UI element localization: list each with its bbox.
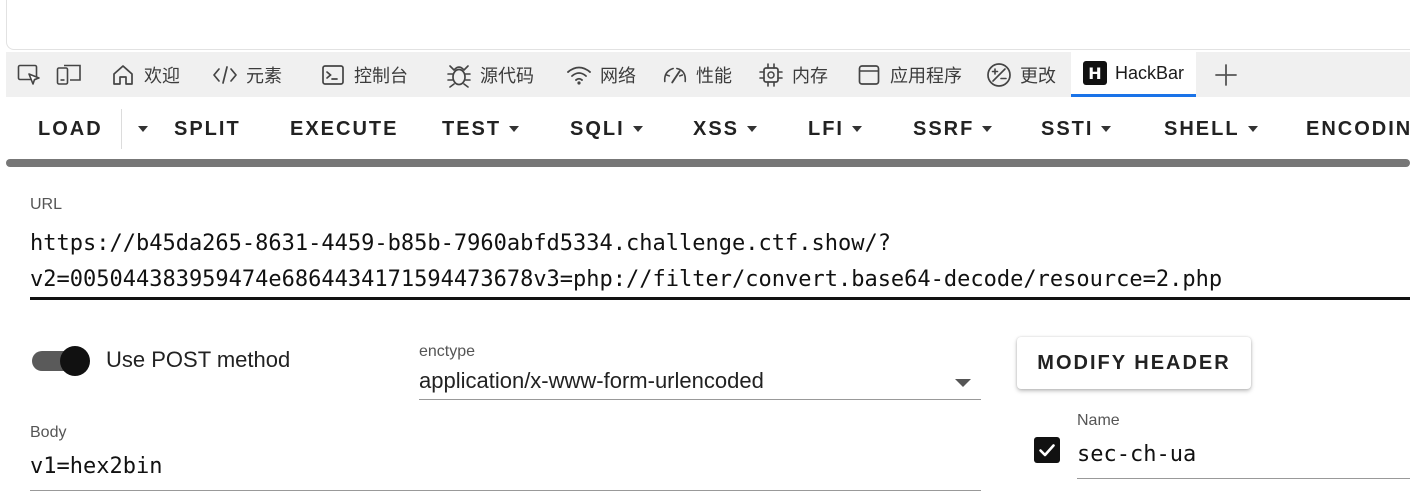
- toolbar-divider: [121, 109, 122, 149]
- toolbar-horizontal-scrollbar[interactable]: [6, 159, 1410, 167]
- lfi-label: LFI: [808, 117, 844, 140]
- body-label: Body: [30, 424, 67, 441]
- url-line-2: v2=005044383959474e6864434171594473678v3…: [30, 267, 1223, 292]
- chevron-down-icon: [1101, 126, 1112, 132]
- encoding-menu-button[interactable]: ENCODIN: [1306, 97, 1410, 161]
- tab-welcome[interactable]: 欢迎: [110, 52, 180, 97]
- body-input[interactable]: v1=hex2bin: [30, 454, 162, 479]
- enctype-select[interactable]: application/x-www-form-urlencoded: [419, 368, 764, 394]
- tab-console[interactable]: 控制台: [320, 52, 408, 97]
- chevron-down-icon: [747, 126, 758, 132]
- chevron-down-icon: [982, 126, 993, 132]
- chevron-down-icon: [509, 126, 520, 132]
- page-content-area: [6, 0, 1410, 50]
- test-menu-button[interactable]: TEST: [442, 97, 520, 161]
- home-icon: [110, 62, 136, 88]
- device-emulation-icon[interactable]: [56, 63, 82, 87]
- tab-label: 欢迎: [144, 65, 180, 86]
- tab-label: 应用程序: [890, 65, 962, 86]
- check-icon: [1039, 444, 1055, 457]
- hackbar-toolbar: LOAD SPLIT EXECUTE TEST SQLI XSS LFI SSR…: [6, 97, 1410, 161]
- chevron-down-icon[interactable]: [955, 379, 971, 387]
- code-icon: [212, 62, 238, 88]
- tab-hackbar[interactable]: H HackBar: [1071, 52, 1197, 97]
- enctype-underline: [419, 399, 981, 400]
- modify-header-button[interactable]: MODIFY HEADER: [1017, 337, 1251, 389]
- header-enable-checkbox[interactable]: [1034, 437, 1060, 463]
- tab-memory[interactable]: 内存: [758, 52, 828, 97]
- load-dropdown-button[interactable]: [130, 97, 148, 161]
- devtools-tab-bar: 欢迎 元素 控制台 源代码 网络 性能 内存 应用程序 更改 H HackBar: [6, 52, 1410, 97]
- chevron-down-icon: [138, 126, 148, 132]
- execute-button[interactable]: EXECUTE: [290, 97, 398, 161]
- tab-label: 更改: [1020, 65, 1056, 86]
- post-method-toggle-knob[interactable]: [60, 346, 90, 376]
- chevron-down-icon: [632, 126, 643, 132]
- tab-application[interactable]: 应用程序: [856, 52, 962, 97]
- header-name-underline: [1077, 478, 1410, 479]
- sqli-menu-button[interactable]: SQLI: [570, 97, 643, 161]
- gauge-icon: [662, 62, 688, 88]
- shell-menu-button[interactable]: SHELL: [1164, 97, 1258, 161]
- chip-icon: [758, 62, 784, 88]
- tab-changes[interactable]: 更改: [986, 52, 1056, 97]
- url-line-1: https://b45da265-8631-4459-b85b-7960abfd…: [30, 231, 891, 256]
- test-label: TEST: [442, 117, 502, 140]
- lfi-menu-button[interactable]: LFI: [808, 97, 862, 161]
- load-button[interactable]: LOAD: [38, 97, 103, 161]
- tab-label: HackBar: [1115, 62, 1185, 83]
- ssti-label: SSTI: [1041, 117, 1094, 140]
- header-name-input[interactable]: sec-ch-ua: [1077, 442, 1196, 467]
- shell-label: SHELL: [1164, 117, 1240, 140]
- ssrf-label: SSRF: [913, 117, 975, 140]
- tab-label: 源代码: [480, 65, 534, 86]
- tab-label: 控制台: [354, 65, 408, 86]
- tab-label: 网络: [600, 65, 636, 86]
- split-button[interactable]: SPLIT: [174, 97, 241, 161]
- add-tab-icon[interactable]: [1213, 63, 1239, 87]
- xss-menu-button[interactable]: XSS: [693, 97, 758, 161]
- tab-elements[interactable]: 元素: [212, 52, 282, 97]
- xss-label: XSS: [693, 117, 740, 140]
- url-label: URL: [30, 196, 63, 213]
- chevron-down-icon: [852, 126, 862, 132]
- ssti-menu-button[interactable]: SSTI: [1041, 97, 1112, 161]
- tab-label: 性能: [696, 65, 732, 86]
- tab-network[interactable]: 网络: [566, 52, 636, 97]
- changes-icon: [986, 62, 1012, 88]
- tab-performance[interactable]: 性能: [662, 52, 732, 97]
- body-underline: [30, 490, 981, 491]
- sqli-label: SQLI: [570, 117, 625, 140]
- application-icon: [856, 62, 882, 88]
- bug-icon: [446, 62, 472, 88]
- tab-label: 元素: [246, 65, 282, 86]
- wifi-icon: [566, 62, 592, 88]
- url-field-underline: [30, 297, 1410, 300]
- header-name-label: Name: [1077, 412, 1120, 429]
- post-method-label: Use POST method: [106, 347, 291, 372]
- tab-sources[interactable]: 源代码: [446, 52, 534, 97]
- inspect-element-icon[interactable]: [16, 63, 42, 87]
- url-textarea[interactable]: https://b45da265-8631-4459-b85b-7960abfd…: [30, 226, 1410, 298]
- tab-label: 内存: [792, 65, 828, 86]
- hackbar-logo-icon: H: [1083, 61, 1107, 85]
- console-icon: [320, 62, 346, 88]
- ssrf-menu-button[interactable]: SSRF: [913, 97, 993, 161]
- enctype-label: enctype: [419, 343, 476, 360]
- chevron-down-icon: [1247, 126, 1258, 132]
